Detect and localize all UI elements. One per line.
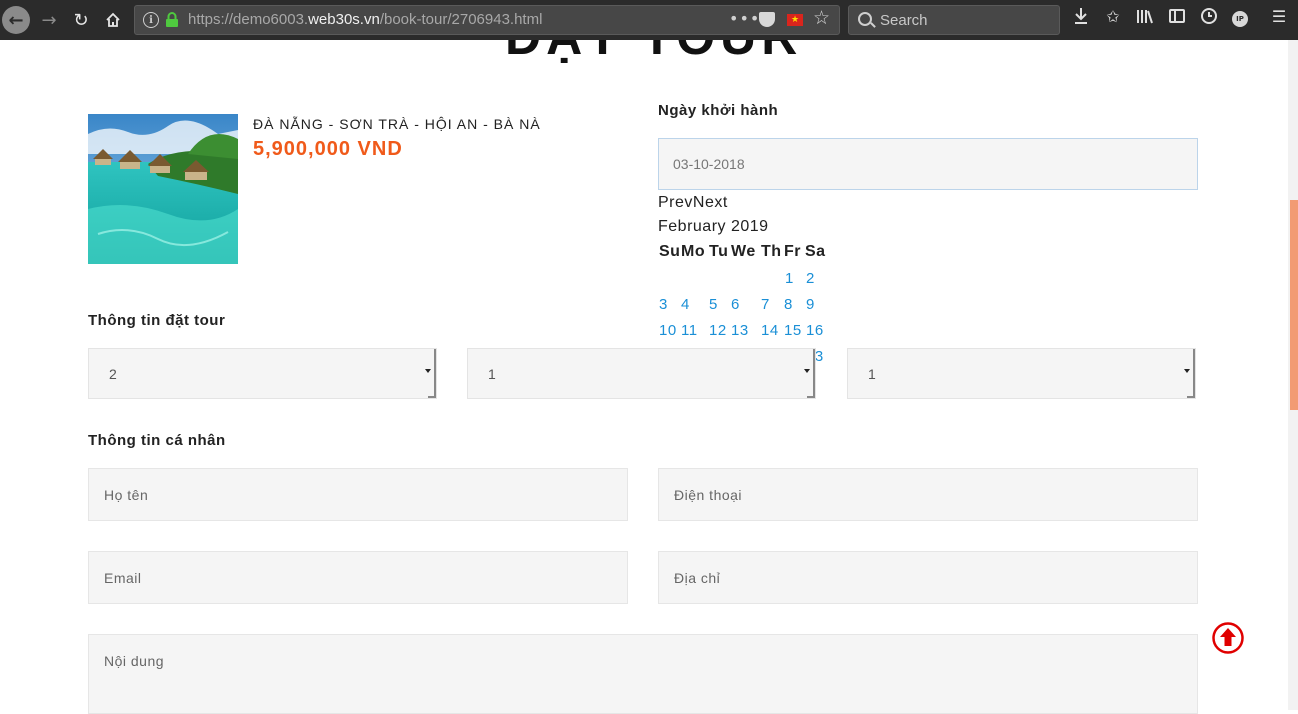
url-text[interactable]: https://demo6003.web30s.vn/book-tour/270… (188, 11, 542, 28)
search-icon (858, 12, 872, 26)
address-field[interactable]: Địa chỉ (658, 551, 1198, 604)
search-bar[interactable]: Search (848, 5, 1060, 35)
select-value: 1 (868, 366, 876, 382)
departure-date-label: Ngày khởi hành (658, 102, 779, 119)
dropdown-arrow-icon (425, 369, 431, 373)
dropdown-arrow-icon (1184, 369, 1190, 373)
calendar-nav: PrevNext (658, 194, 728, 212)
back-to-top-button[interactable] (1212, 622, 1244, 654)
calendar-month-label: February 2019 (658, 218, 769, 235)
bookmark-star-icon[interactable]: ☆ (813, 7, 830, 29)
download-icon[interactable] (1070, 7, 1092, 31)
lock-icon[interactable] (165, 12, 179, 28)
tour-image[interactable] (88, 114, 238, 264)
select-dropdown-button[interactable] (804, 349, 815, 398)
calendar-day[interactable]: 11 (681, 322, 698, 339)
url-bar[interactable]: i https://demo6003.web30s.vn/book-tour/2… (134, 5, 840, 35)
children-select[interactable]: 1 (467, 348, 816, 399)
browser-toolbar: ← → ↻ i https://demo6003.web30s.vn/book-… (0, 0, 1298, 40)
vietnam-flag-icon[interactable]: ★ (787, 14, 803, 26)
home-icon[interactable] (98, 5, 128, 35)
calendar-day[interactable]: 7 (761, 296, 770, 313)
dropdown-arrow-icon (804, 369, 810, 373)
calendar-day[interactable]: 12 (709, 322, 727, 339)
url-prefix: https://demo6003. (188, 11, 309, 28)
select-dropdown-button[interactable] (425, 349, 436, 398)
departure-date-input[interactable]: 03-10-2018 (658, 138, 1198, 190)
calendar-day[interactable]: 16 (806, 322, 824, 339)
weekday-header: Fr (784, 243, 801, 260)
infants-select[interactable]: 1 (847, 348, 1196, 399)
tour-price: 5,900,000 VND (253, 138, 403, 160)
calendar-day[interactable]: 14 (761, 322, 779, 339)
calendar-day[interactable]: 4 (681, 296, 690, 313)
email-field[interactable]: Email (88, 551, 628, 604)
calendar-next-button[interactable]: Next (693, 194, 728, 211)
content-textarea[interactable]: Nội dung (88, 634, 1198, 714)
weekday-header: Su (659, 243, 681, 260)
personal-info-label: Thông tin cá nhân (88, 432, 226, 449)
weekday-header: Mo (681, 243, 706, 260)
back-arrow-icon[interactable]: ← (2, 6, 30, 34)
weekday-header: Tu (709, 243, 729, 260)
calendar-day[interactable]: 3 (659, 296, 668, 313)
url-domain: web30s.vn (308, 11, 380, 28)
weekday-header: Sa (805, 243, 826, 260)
calendar-day[interactable]: 9 (806, 296, 815, 313)
more-icon[interactable]: ••• (729, 9, 760, 28)
calendar-day[interactable]: 2 (806, 270, 815, 287)
library-icon[interactable] (1134, 7, 1156, 31)
reload-icon[interactable]: ↻ (66, 5, 96, 35)
booking-info-label: Thông tin đặt tour (88, 312, 226, 329)
menu-hamburger-icon[interactable]: ☰ (1268, 7, 1290, 31)
info-icon[interactable]: i (143, 12, 159, 28)
calendar-day[interactable]: 15 (784, 322, 802, 339)
arrow-up-circle-icon (1212, 622, 1244, 654)
select-value: 2 (109, 366, 117, 382)
search-placeholder: Search (880, 12, 928, 29)
adults-select[interactable]: 2 (88, 348, 437, 399)
tour-name[interactable]: ĐÀ NẴNG - SƠN TRÀ - HỘI AN - BÀ NÀ (253, 116, 541, 132)
calendar-day[interactable]: 10 (659, 322, 677, 339)
select-dropdown-button[interactable] (1184, 349, 1195, 398)
select-value: 1 (488, 366, 496, 382)
scrollbar-thumb[interactable] (1290, 200, 1298, 410)
forward-arrow-icon[interactable]: → (34, 5, 64, 35)
weekday-header: Th (761, 243, 782, 260)
pocket-icon[interactable] (759, 12, 775, 27)
sidebar-icon[interactable] (1166, 7, 1188, 31)
calendar-prev-button[interactable]: Prev (658, 194, 693, 211)
name-field[interactable]: Họ tên (88, 468, 628, 521)
ip-extension-icon[interactable]: IP (1232, 11, 1248, 27)
calendar-day[interactable]: 8 (784, 296, 793, 313)
calendar-day[interactable]: 1 (785, 270, 794, 287)
bookmarks-star-icon[interactable]: ✩ (1102, 7, 1124, 31)
calendar-day[interactable]: 6 (731, 296, 740, 313)
weekday-header: We (731, 243, 756, 260)
url-path: /book-tour/2706943.html (379, 11, 543, 28)
phone-field[interactable]: Điện thoại (658, 468, 1198, 521)
history-clock-icon[interactable] (1198, 7, 1220, 31)
calendar-day[interactable]: 13 (731, 322, 749, 339)
calendar-day[interactable]: 5 (709, 296, 718, 313)
